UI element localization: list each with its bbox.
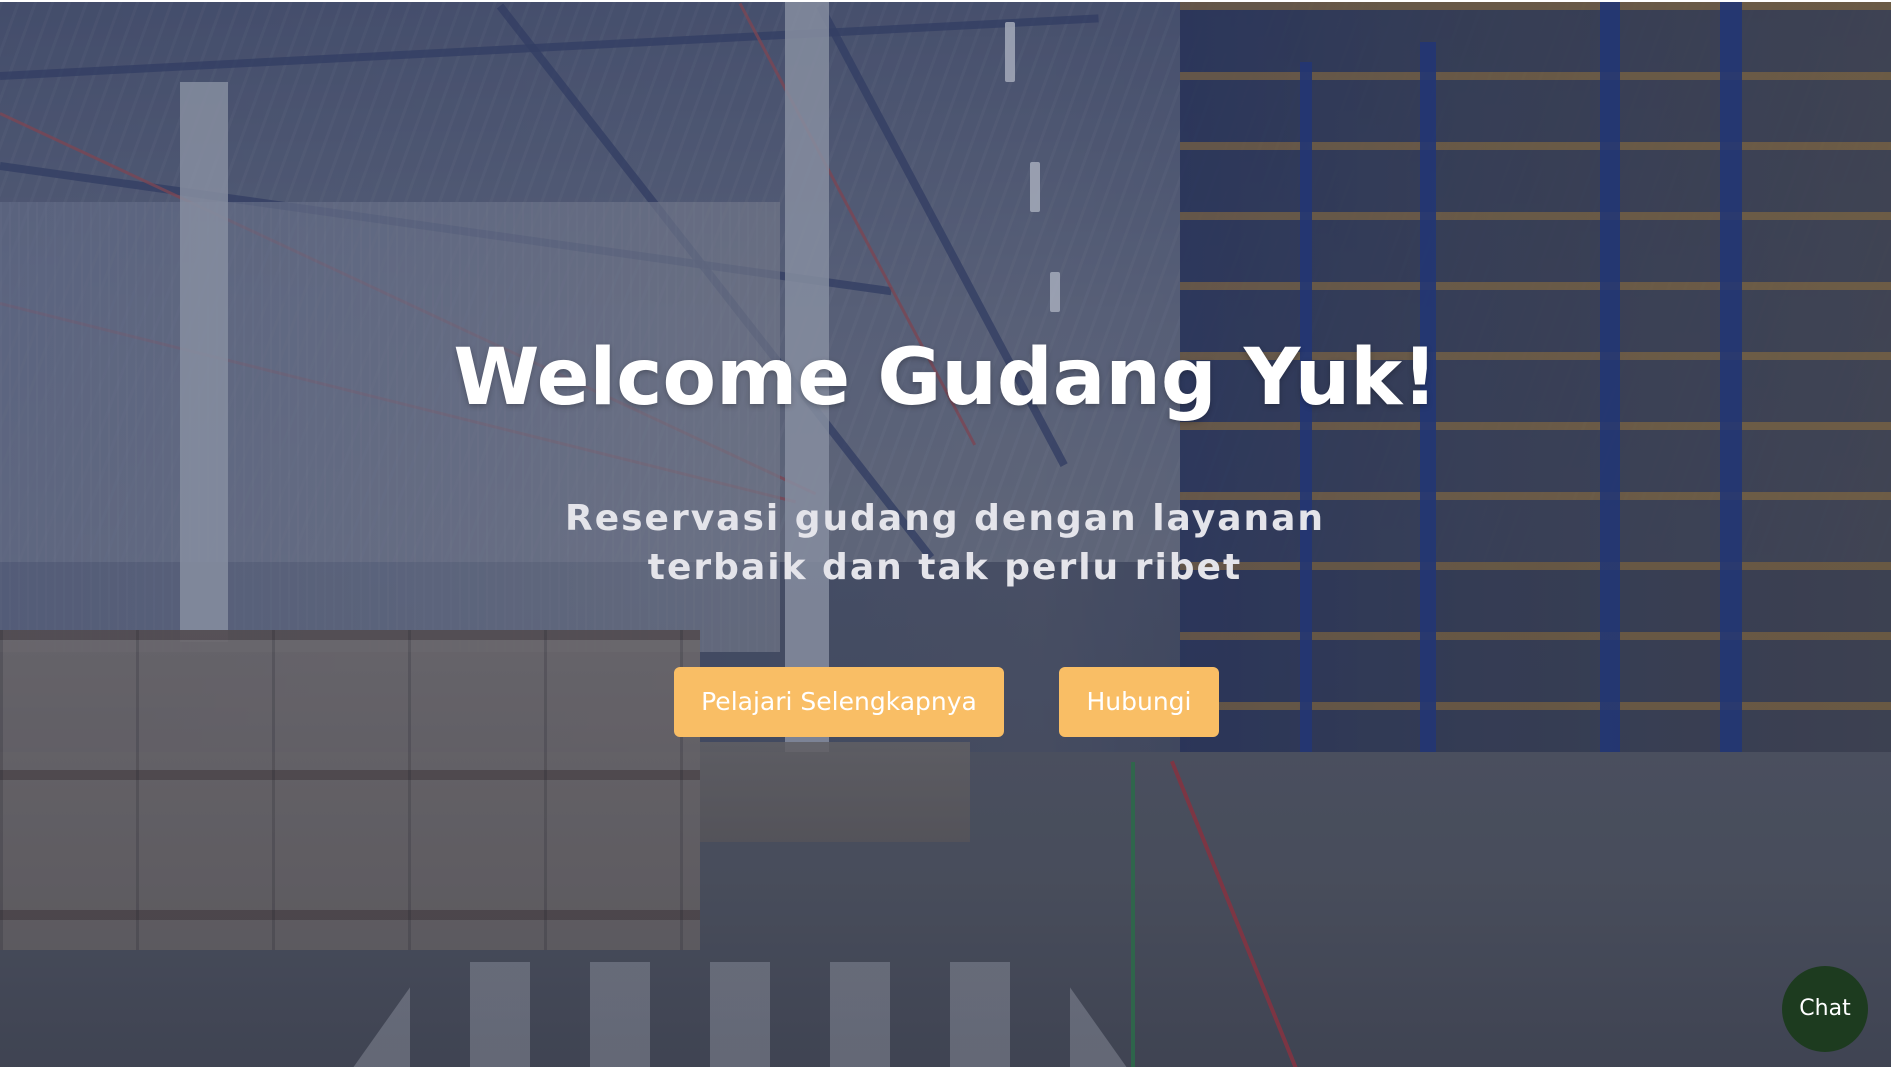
contact-button[interactable]: Hubungi [1059,667,1219,737]
hero-subtitle: Reservasi gudang dengan layanan terbaik … [564,498,1326,588]
learn-more-button[interactable]: Pelajari Selengkapnya [674,667,1004,737]
chat-button[interactable]: Chat [1782,966,1868,1052]
hero-title: Welcome Gudang Yuk! [453,333,1438,423]
hero-section: Welcome Gudang Yuk! Reservasi gudang den… [0,2,1891,1067]
